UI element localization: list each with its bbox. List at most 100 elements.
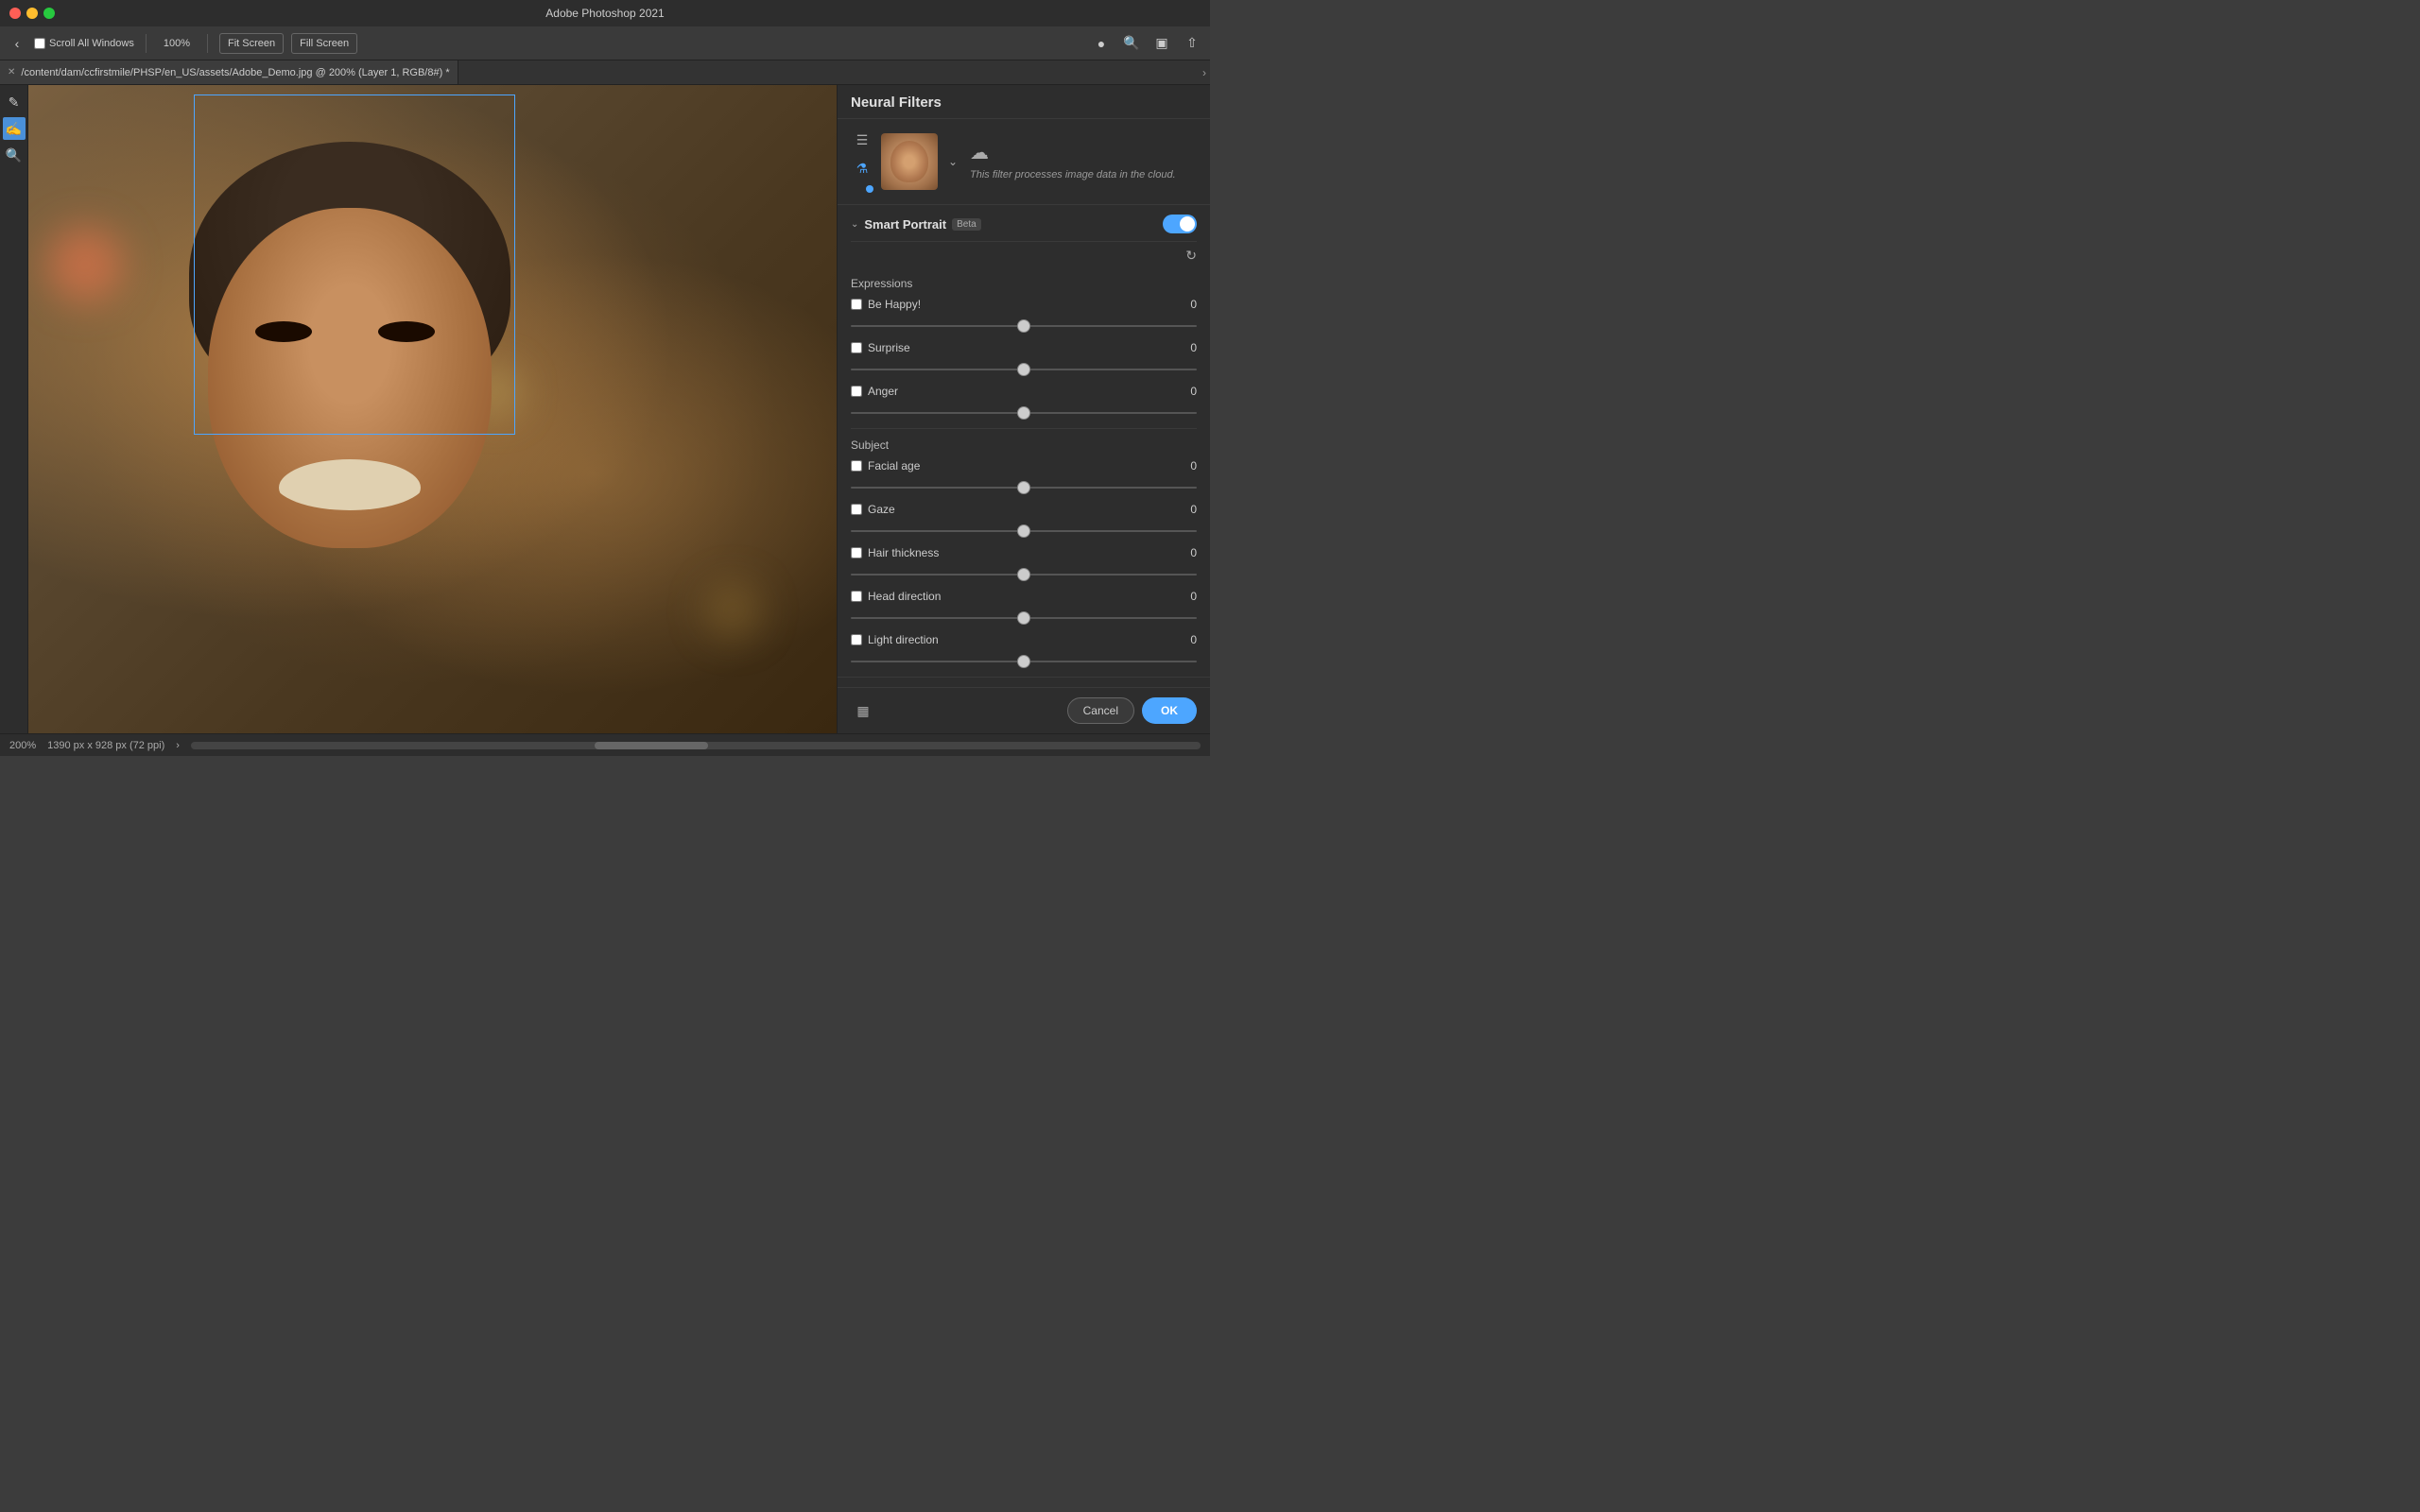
be-happy-slider-container [851, 315, 1197, 334]
tab-item[interactable]: ✕ /content/dam/ccfirstmile/PHSP/en_US/as… [0, 60, 458, 84]
filter-row-header-light-direction: Light direction 0 [851, 633, 1197, 646]
hair-thickness-slider[interactable] [851, 574, 1197, 576]
filter-row-left-light-direction: Light direction [851, 633, 939, 646]
be-happy-value: 0 [1178, 298, 1197, 311]
surprise-slider-container [851, 358, 1197, 377]
cloud-icon: ☁ [970, 141, 989, 164]
user-icon[interactable]: ● [1091, 33, 1112, 54]
horizontal-scrollbar[interactable] [191, 742, 1201, 749]
smart-portrait-toggle[interactable] [1163, 215, 1197, 233]
filter-row-header-gaze: Gaze 0 [851, 503, 1197, 516]
layout-icon[interactable]: ▣ [1151, 33, 1172, 54]
facial-age-checkbox[interactable] [851, 460, 862, 472]
ok-button[interactable]: OK [1142, 697, 1197, 724]
scrollbar-thumb[interactable] [595, 742, 708, 749]
canvas-image [28, 85, 837, 733]
filter-row-surprise: Surprise 0 [851, 341, 1197, 377]
fit-screen-button[interactable]: Fit Screen [219, 33, 284, 54]
smart-portrait-header: ⌄ Smart Portrait Beta [851, 205, 1197, 242]
filter-row-left-be-happy: Be Happy! [851, 298, 921, 311]
fill-screen-button[interactable]: Fill Screen [291, 33, 357, 54]
head-direction-slider-container [851, 607, 1197, 626]
status-arrow-icon[interactable]: › [176, 740, 180, 751]
facial-age-slider[interactable] [851, 487, 1197, 489]
filter-row-header-facial-age: Facial age 0 [851, 459, 1197, 472]
minimize-button[interactable] [26, 8, 38, 19]
reset-icon[interactable]: ↻ [851, 242, 1197, 267]
anger-slider-container [851, 402, 1197, 421]
surprise-slider[interactable] [851, 369, 1197, 370]
toolbar-separator-2 [207, 34, 208, 53]
app-title: Adobe Photoshop 2021 [545, 7, 664, 20]
back-button[interactable]: ‹ [8, 34, 26, 53]
head-direction-value: 0 [1178, 590, 1197, 603]
filter-row-be-happy: Be Happy! 0 [851, 298, 1197, 334]
tabbar-arrow-icon[interactable]: › [1202, 66, 1206, 79]
maximize-button[interactable] [43, 8, 55, 19]
be-happy-checkbox[interactable] [851, 299, 862, 310]
anger-checkbox[interactable] [851, 386, 862, 397]
light-direction-checkbox[interactable] [851, 634, 862, 645]
tab-label: /content/dam/ccfirstmile/PHSP/en_US/asse… [21, 67, 449, 78]
active-indicator-dot [866, 185, 873, 193]
filter-row-left-head-direction: Head direction [851, 590, 941, 603]
gaze-slider[interactable] [851, 530, 1197, 532]
anger-label: Anger [868, 385, 898, 398]
scroll-all-windows-checkbox-label[interactable]: Scroll All Windows [34, 38, 134, 49]
filter-icon-area: ☰ ⚗ [851, 129, 873, 195]
tool-zoom[interactable]: 🔍 [3, 144, 26, 166]
panel-layers-icon[interactable]: ▦ [851, 698, 875, 723]
filter-row-left-hair-thickness: Hair thickness [851, 546, 939, 559]
toolbar: ‹ Scroll All Windows 100% Fit Screen Fil… [0, 26, 1210, 60]
light-direction-slider-container [851, 650, 1197, 669]
panel-bottom-right: Cancel OK [1067, 697, 1197, 724]
anger-slider[interactable] [851, 412, 1197, 414]
filter-list-icon[interactable]: ☰ [851, 129, 873, 151]
beta-badge: Beta [952, 218, 981, 231]
scroll-all-windows-checkbox[interactable] [34, 38, 45, 49]
search-icon[interactable]: 🔍 [1121, 33, 1142, 54]
tool-edit[interactable]: ✎ [3, 91, 26, 113]
filter-top-area: ☰ ⚗ ⌄ ☁ This filter processes image data… [838, 119, 1210, 205]
be-happy-label: Be Happy! [868, 298, 921, 311]
filter-row-header-hair-thickness: Hair thickness 0 [851, 546, 1197, 559]
filter-row-light-direction: Light direction 0 [851, 633, 1197, 669]
close-button[interactable] [9, 8, 21, 19]
filter-row-gaze: Gaze 0 [851, 503, 1197, 539]
gaze-label: Gaze [868, 503, 895, 516]
tabbar: ✕ /content/dam/ccfirstmile/PHSP/en_US/as… [0, 60, 1210, 85]
filter-flask-icon[interactable]: ⚗ [851, 157, 873, 180]
light-direction-value: 0 [1178, 633, 1197, 646]
hair-thickness-checkbox[interactable] [851, 547, 862, 558]
surprise-checkbox[interactable] [851, 342, 862, 353]
expressions-subject-divider [851, 428, 1197, 429]
share-icon[interactable]: ⇧ [1182, 33, 1202, 54]
smart-portrait-section: ⌄ Smart Portrait Beta ↻ Expressions Be H… [838, 205, 1210, 669]
expressions-label: Expressions [851, 277, 1197, 290]
head-direction-checkbox[interactable] [851, 591, 862, 602]
smart-portrait-header-left: ⌄ Smart Portrait Beta [851, 217, 981, 232]
left-tool-panel: ✎ ✍ 🔍 [0, 85, 28, 733]
facial-age-label: Facial age [868, 459, 920, 472]
neural-filters-panel: Neural Filters ☰ ⚗ ⌄ ☁ This filter pro [837, 85, 1210, 733]
titlebar: Adobe Photoshop 2021 [0, 0, 1210, 26]
head-direction-slider[interactable] [851, 617, 1197, 619]
be-happy-slider[interactable] [851, 325, 1197, 327]
thumbnail-chevron-icon[interactable]: ⌄ [943, 152, 962, 171]
cancel-button[interactable]: Cancel [1067, 697, 1134, 724]
panel-content[interactable]: ☰ ⚗ ⌄ ☁ This filter processes image data… [838, 119, 1210, 687]
tab-close-icon[interactable]: ✕ [8, 67, 15, 77]
right-eye [378, 321, 435, 342]
smart-portrait-title: Smart Portrait [864, 217, 946, 232]
hair-thickness-label: Hair thickness [868, 546, 939, 559]
anger-value: 0 [1178, 385, 1197, 398]
filter-row-hair-thickness: Hair thickness 0 [851, 546, 1197, 582]
filter-row-header-head-direction: Head direction 0 [851, 590, 1197, 603]
gaze-value: 0 [1178, 503, 1197, 516]
panel-title: Neural Filters [838, 85, 1210, 119]
expand-icon[interactable]: ⌄ [851, 219, 858, 230]
filter-row-anger: Anger 0 [851, 385, 1197, 421]
gaze-checkbox[interactable] [851, 504, 862, 515]
light-direction-slider[interactable] [851, 661, 1197, 662]
tool-hand[interactable]: ✍ [3, 117, 26, 140]
